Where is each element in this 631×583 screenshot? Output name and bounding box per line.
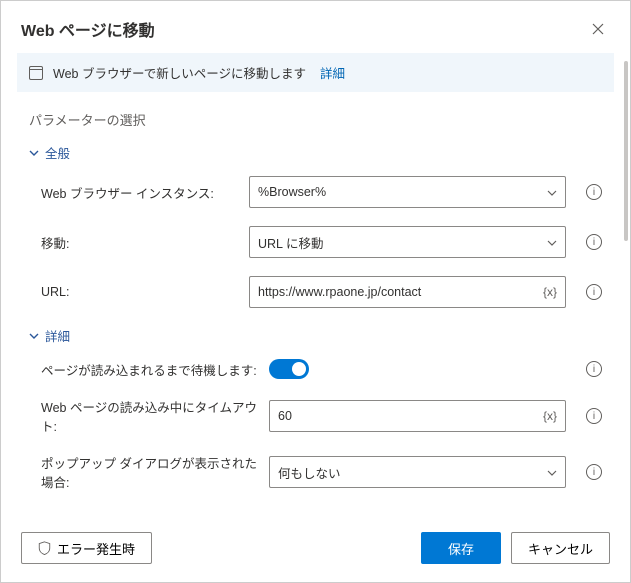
chevron-down-icon: [547, 237, 557, 247]
row-popup: ポップアップ ダイアログが表示された場合: 何もしない i: [29, 453, 602, 491]
save-button[interactable]: 保存: [421, 532, 501, 564]
toggle-wait-load[interactable]: [269, 359, 309, 379]
chevron-down-icon: [29, 331, 39, 341]
dialog-body: パラメーターの選択 全般 Web ブラウザー インスタンス: %Browser%…: [1, 92, 630, 518]
info-icon[interactable]: i: [586, 234, 602, 250]
browser-icon: [29, 66, 43, 80]
row-url: URL: https://www.rpaone.jp/contact {x} i: [29, 276, 602, 308]
row-browser-instance: Web ブラウザー インスタンス: %Browser% i: [29, 176, 602, 208]
input-url[interactable]: https://www.rpaone.jp/contact {x}: [249, 276, 566, 308]
group-general[interactable]: 全般: [29, 143, 602, 162]
chevron-down-icon: [547, 467, 557, 477]
dialog-footer: エラー発生時 保存 キャンセル: [1, 518, 630, 582]
on-error-button[interactable]: エラー発生時: [21, 532, 152, 564]
info-icon[interactable]: i: [586, 184, 602, 200]
cancel-button[interactable]: キャンセル: [511, 532, 610, 564]
close-button[interactable]: [586, 17, 610, 41]
info-icon[interactable]: i: [586, 361, 602, 377]
label-navigate: 移動:: [29, 233, 239, 252]
info-link[interactable]: 詳細: [320, 63, 345, 82]
group-advanced-label: 詳細: [45, 326, 70, 345]
label-wait-load: ページが読み込まれるまで待機します:: [29, 360, 259, 379]
dropdown-popup[interactable]: 何もしない: [269, 456, 566, 488]
group-advanced[interactable]: 詳細: [29, 326, 602, 345]
row-timeout: Web ページの読み込み中にタイムアウト: 60 {x} i: [29, 397, 602, 435]
info-text: Web ブラウザーで新しいページに移動します: [53, 63, 306, 82]
row-wait-load: ページが読み込まれるまで待機します: i: [29, 359, 602, 379]
label-timeout: Web ページの読み込み中にタイムアウト:: [29, 397, 259, 435]
dialog-header: Web ページに移動: [1, 1, 630, 53]
input-timeout[interactable]: 60 {x}: [269, 400, 566, 432]
info-bar: Web ブラウザーで新しいページに移動します 詳細: [17, 53, 614, 92]
close-icon: [592, 23, 604, 35]
row-navigate: 移動: URL に移動 i: [29, 226, 602, 258]
input-url-value: https://www.rpaone.jp/contact: [258, 285, 421, 299]
label-popup: ポップアップ ダイアログが表示された場合:: [29, 453, 259, 491]
dialog: Web ページに移動 Web ブラウザーで新しいページに移動します 詳細 パラメ…: [0, 0, 631, 583]
scrollbar-thumb[interactable]: [624, 61, 628, 241]
dropdown-browser-value: %Browser%: [258, 185, 326, 199]
section-title: パラメーターの選択: [29, 110, 602, 129]
dropdown-navigate[interactable]: URL に移動: [249, 226, 566, 258]
info-icon[interactable]: i: [586, 408, 602, 424]
chevron-down-icon: [29, 148, 39, 158]
label-url: URL:: [29, 285, 239, 299]
variable-picker-icon[interactable]: {x}: [543, 409, 557, 423]
info-icon[interactable]: i: [586, 284, 602, 300]
dropdown-navigate-value: URL に移動: [258, 233, 324, 252]
dropdown-popup-value: 何もしない: [278, 463, 341, 482]
info-icon[interactable]: i: [586, 464, 602, 480]
on-error-label: エラー発生時: [57, 539, 135, 558]
shield-icon: [38, 541, 51, 555]
label-browser-instance: Web ブラウザー インスタンス:: [29, 183, 239, 202]
variable-picker-icon[interactable]: {x}: [543, 285, 557, 299]
dropdown-browser-instance[interactable]: %Browser%: [249, 176, 566, 208]
input-timeout-value: 60: [278, 409, 292, 423]
chevron-down-icon: [547, 187, 557, 197]
group-general-label: 全般: [45, 143, 70, 162]
scrollbar[interactable]: [622, 61, 628, 522]
dialog-title: Web ページに移動: [21, 17, 155, 41]
